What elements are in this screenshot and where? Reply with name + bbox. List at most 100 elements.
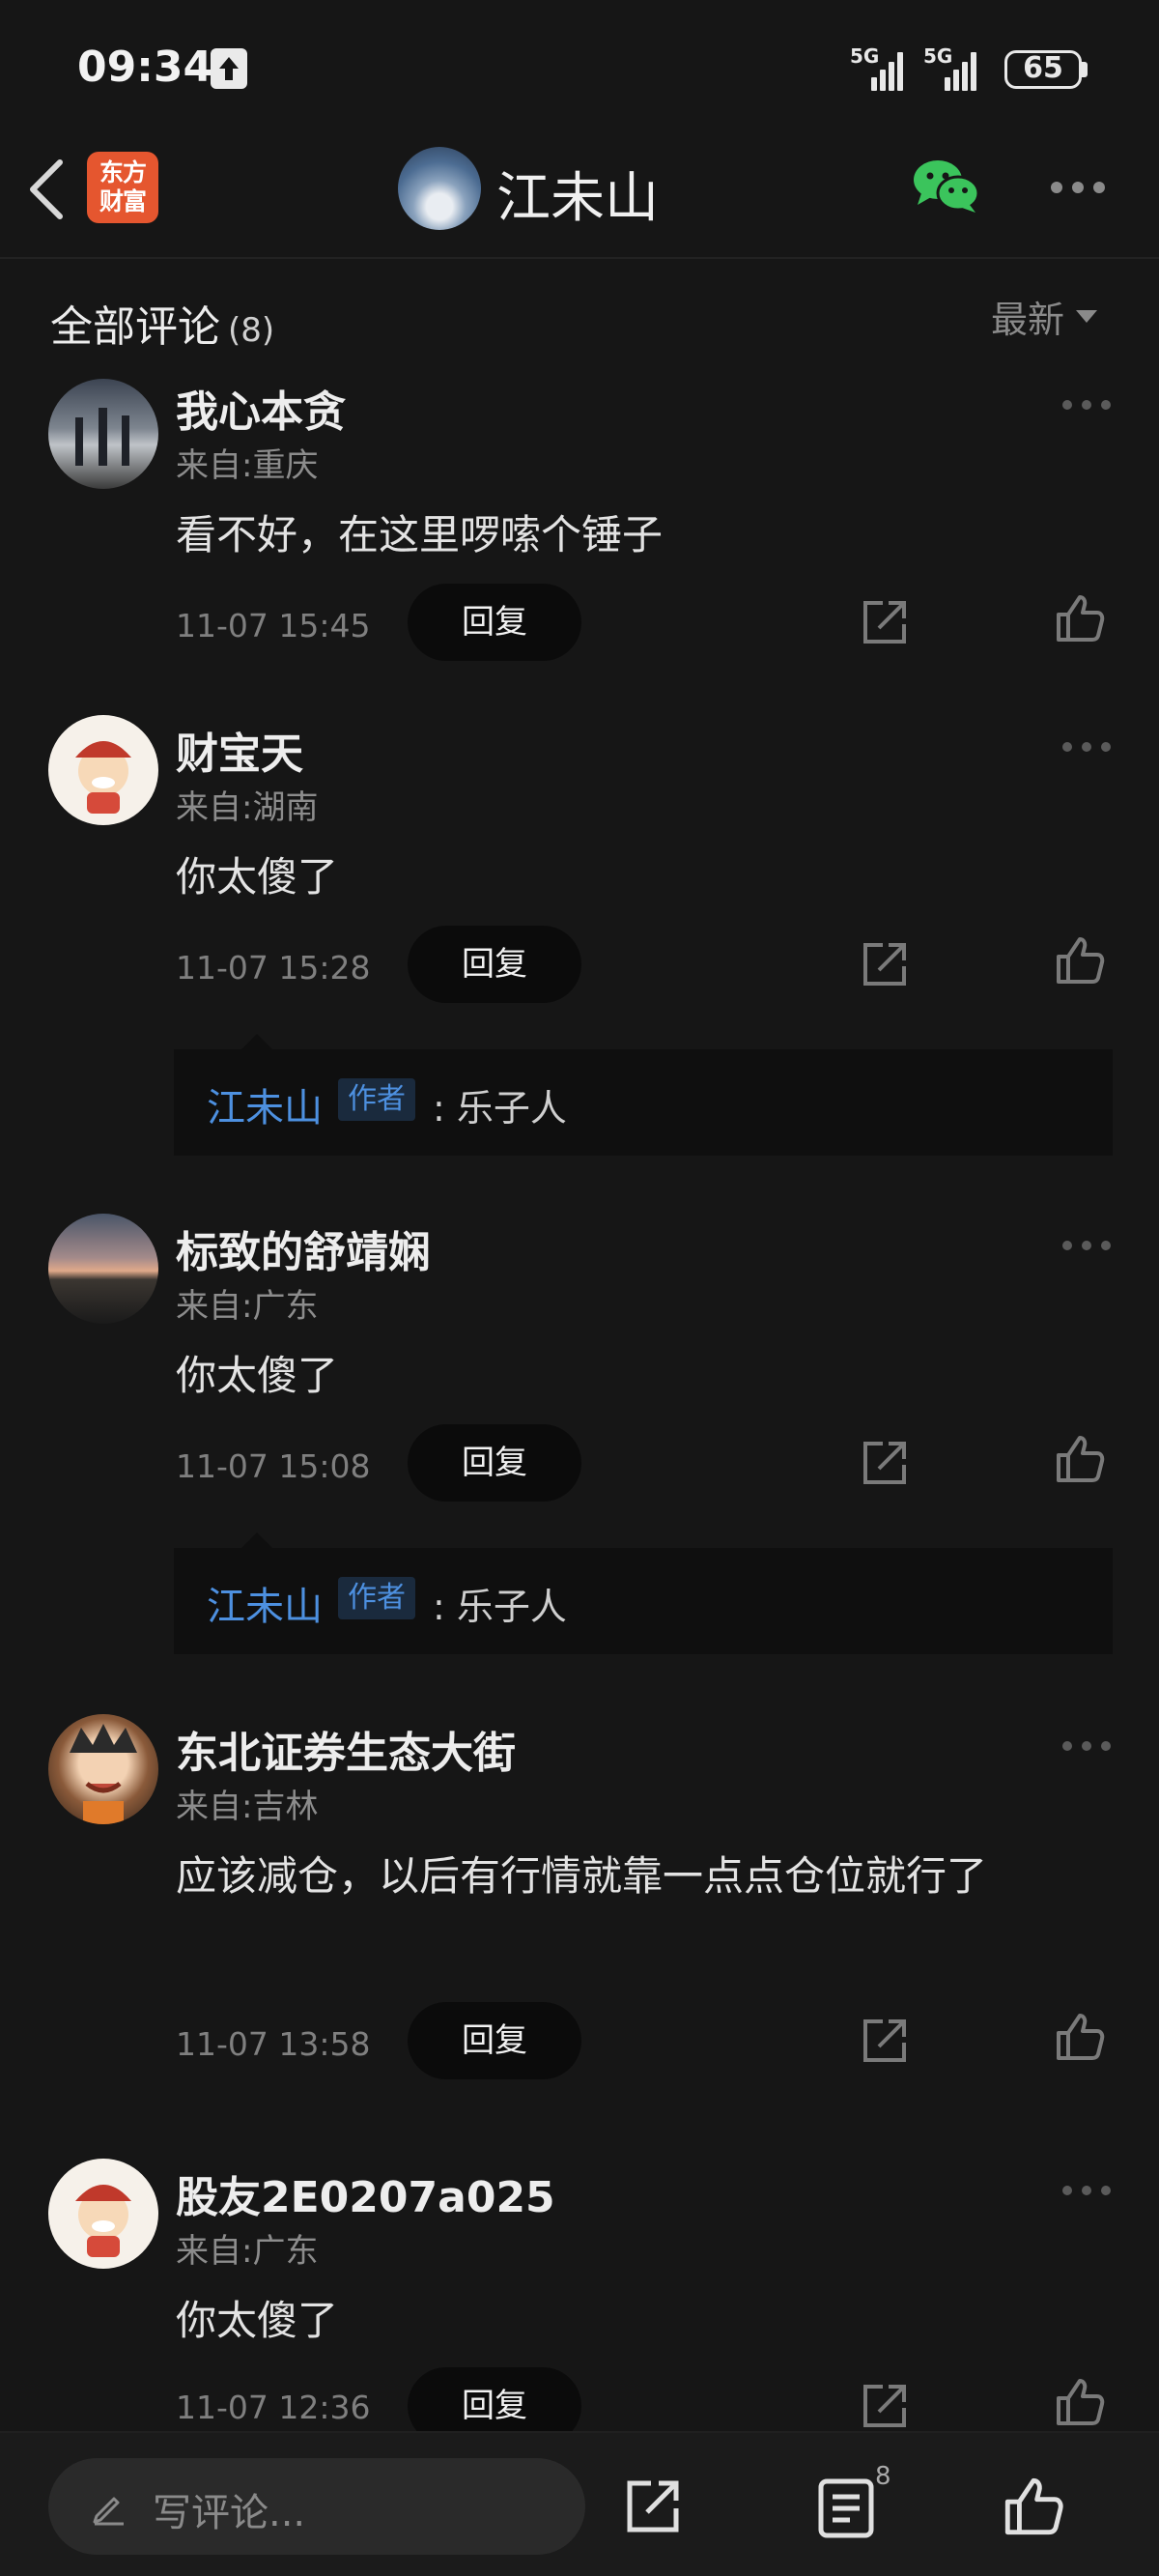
- comment-item: 股友2E0207a025 来自:广东 你太傻了 11-07 12:36 回复: [0, 2153, 1159, 2445]
- avatar[interactable]: [48, 2159, 158, 2269]
- comments-list-button[interactable]: [817, 2477, 875, 2539]
- comment-username[interactable]: 东北证券生态大街: [176, 1718, 516, 1780]
- wechat-share-button[interactable]: [912, 157, 981, 215]
- comment-time: 11-07 15:08: [176, 1447, 371, 1485]
- comment-location: 来自:湖南: [176, 788, 319, 827]
- comment-text[interactable]: 你太傻了: [176, 1337, 1093, 1415]
- like-article-button[interactable]: [1001, 2474, 1066, 2539]
- comment-item: 标致的舒靖娴 来自:广东 你太傻了 11-07 15:08 回复 江未山 作者 …: [0, 1208, 1159, 1662]
- comment-more-button[interactable]: [1062, 400, 1111, 412]
- comment-time: 11-07 15:28: [176, 949, 371, 987]
- comment-more-button[interactable]: [1062, 742, 1111, 754]
- share-button[interactable]: [858, 1436, 912, 1490]
- sub-reply-pointer: [241, 1034, 272, 1049]
- comment-text[interactable]: 应该减仓，以后有行情就靠一点点仓位就行了: [176, 1838, 1093, 1915]
- battery-icon: 65: [1004, 50, 1082, 89]
- sub-reply-text: : 乐子人: [433, 1586, 567, 1628]
- comments-section-title: 全部评论 (8): [50, 292, 274, 354]
- reply-button[interactable]: 回复: [408, 926, 581, 1003]
- wechat-icon: [914, 160, 980, 213]
- avatar[interactable]: [48, 1214, 158, 1324]
- battery-level: 65: [1023, 51, 1063, 85]
- share-button[interactable]: [858, 2014, 912, 2068]
- comment-item: 财宝天 来自:湖南 你太傻了 11-07 15:28 回复 江未山 作者 : 乐…: [0, 709, 1159, 1163]
- comment-input[interactable]: 写评论...: [48, 2458, 585, 2555]
- more-options-button[interactable]: [1049, 180, 1107, 195]
- thumbs-up-icon: [1057, 2379, 1105, 2425]
- comment-more-button[interactable]: [1062, 2186, 1111, 2197]
- share-button[interactable]: [858, 2379, 912, 2433]
- sub-reply[interactable]: 江未山 作者 : 乐子人: [174, 1548, 1113, 1654]
- back-button[interactable]: [19, 155, 77, 222]
- comment-location: 来自:吉林: [176, 1788, 319, 1826]
- comments-title-text: 全部评论: [50, 302, 220, 352]
- comment-item: 我心本贪 来自:重庆 看不好，在这里啰嗦个锤子 11-07 15:45 回复: [0, 367, 1159, 676]
- comment-username[interactable]: 标致的舒靖娴: [176, 1217, 431, 1279]
- comment-more-button[interactable]: [1062, 1741, 1111, 1753]
- share-button[interactable]: [858, 937, 912, 991]
- signal-strength-1: 5G: [850, 44, 908, 91]
- thumbs-up-icon: [1004, 2477, 1063, 2535]
- share-icon: [863, 601, 906, 644]
- app-logo[interactable]: 东方 财富: [87, 152, 158, 223]
- reply-button[interactable]: 回复: [408, 584, 581, 661]
- sub-reply-text: : 乐子人: [433, 1087, 567, 1130]
- share-article-button[interactable]: [622, 2476, 684, 2537]
- comment-location: 来自:广东: [176, 1287, 319, 1326]
- signal-strength-2: 5G: [923, 44, 991, 91]
- author-badge: 作者: [338, 1078, 415, 1121]
- sub-reply-author[interactable]: 江未山: [207, 1076, 323, 1132]
- thumbs-up-icon: [1057, 2014, 1105, 2060]
- avatar[interactable]: [48, 1714, 158, 1824]
- reply-button[interactable]: 回复: [408, 2002, 581, 2079]
- app-logo-line1: 东方: [99, 158, 147, 186]
- comments-count: (8): [228, 311, 275, 350]
- share-icon: [863, 943, 906, 986]
- like-button[interactable]: [1053, 933, 1107, 987]
- share-icon: [863, 1442, 906, 1484]
- comment-count-badge: 8: [875, 2462, 891, 2491]
- like-button[interactable]: [1053, 2375, 1107, 2429]
- comment-more-button[interactable]: [1062, 1241, 1111, 1252]
- bottom-action-bar: 写评论... 8: [0, 2431, 1159, 2576]
- comment-item: 东北证券生态大街 来自:吉林 应该减仓，以后有行情就靠一点点仓位就行了 11-0…: [0, 1708, 1159, 2114]
- author-badge: 作者: [338, 1577, 415, 1619]
- comment-text[interactable]: 你太傻了: [176, 839, 1093, 916]
- author-avatar[interactable]: [398, 147, 481, 230]
- share-icon: [863, 2019, 906, 2062]
- chevron-left-icon: [30, 159, 63, 219]
- battery-tip: [1082, 62, 1088, 77]
- sub-reply-author[interactable]: 江未山: [207, 1575, 323, 1631]
- comment-time: 11-07 13:58: [176, 2025, 371, 2063]
- status-time: 09:34: [77, 43, 213, 92]
- avatar[interactable]: [48, 715, 158, 825]
- comment-text[interactable]: 看不好，在这里啰嗦个锤子: [176, 497, 1093, 574]
- caret-down-icon: [1076, 310, 1098, 323]
- author-name[interactable]: 江未山: [496, 155, 659, 233]
- thumbs-up-icon: [1057, 595, 1105, 642]
- share-icon: [863, 2385, 906, 2427]
- comment-username[interactable]: 财宝天: [176, 719, 303, 781]
- network-type-2: 5G: [923, 44, 953, 68]
- reply-button[interactable]: 回复: [408, 1424, 581, 1502]
- app-logo-line2: 财富: [99, 187, 147, 215]
- comment-username[interactable]: 股友2E0207a025: [176, 2162, 555, 2224]
- comment-time: 11-07 15:45: [176, 607, 371, 644]
- like-button[interactable]: [1053, 1432, 1107, 1486]
- comment-username[interactable]: 我心本贪: [176, 377, 346, 439]
- comment-text[interactable]: 你太傻了: [176, 2282, 1093, 2360]
- avatar[interactable]: [48, 379, 158, 489]
- sort-dropdown[interactable]: 最新: [991, 290, 1098, 343]
- sub-reply-pointer: [241, 1532, 272, 1548]
- like-button[interactable]: [1053, 2010, 1107, 2064]
- upload-icon: [211, 48, 247, 89]
- like-button[interactable]: [1053, 591, 1107, 645]
- pencil-icon: [93, 2497, 124, 2526]
- sort-label: 最新: [991, 299, 1065, 341]
- comment-time: 11-07 12:36: [176, 2389, 371, 2426]
- more-dots-icon: [1051, 182, 1105, 193]
- share-icon: [627, 2480, 679, 2533]
- sub-reply[interactable]: 江未山 作者 : 乐子人: [174, 1049, 1113, 1156]
- share-button[interactable]: [858, 595, 912, 649]
- thumbs-up-icon: [1057, 1436, 1105, 1482]
